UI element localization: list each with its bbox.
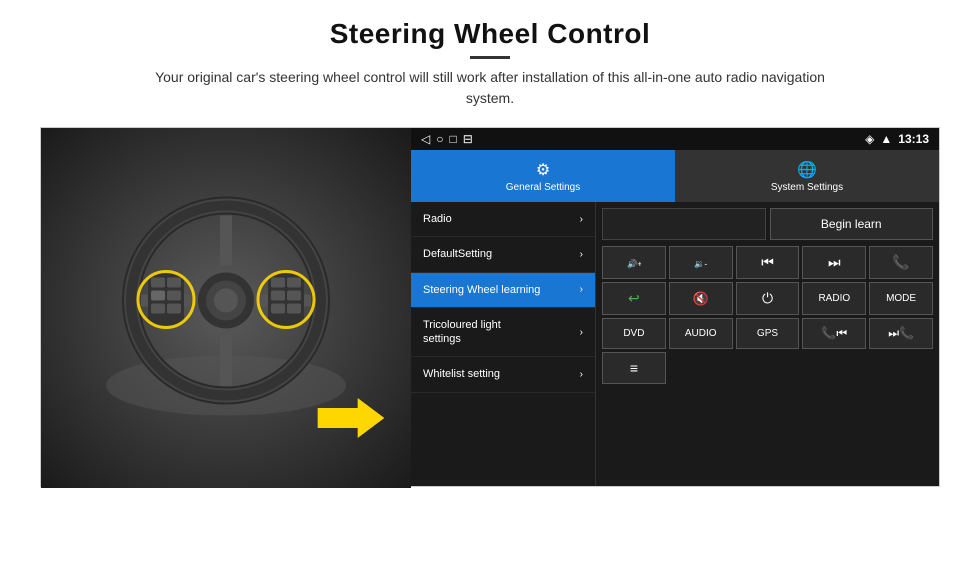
tab-bar: ⚙ General Settings 🌐 System Settings [411, 150, 939, 202]
svg-text:🔊+: 🔊+ [627, 258, 641, 269]
menu-item-radio[interactable]: Radio › [411, 202, 595, 237]
menu-tricoloured-chevron: › [580, 327, 583, 338]
top-row: Begin learn [602, 208, 933, 240]
controls-row2: ↩ 🔇 ⏻ RADIO MODE [602, 282, 933, 315]
phone-prev-button[interactable]: 📞⏮ [802, 318, 866, 349]
general-settings-icon: ⚙ [536, 160, 550, 180]
menu-list: Radio › DefaultSetting › Steering Wheel … [411, 202, 596, 486]
tab-general[interactable]: ⚙ General Settings [411, 150, 675, 202]
nav-icons: ◁ ○ □ ⊟ [421, 132, 473, 146]
gps-status-icon: ◈ [865, 132, 874, 146]
begin-learn-button[interactable]: Begin learn [770, 208, 934, 240]
audio-label: AUDIO [685, 328, 717, 339]
phone-next-button[interactable]: ⏭📞 [869, 318, 933, 349]
menu-tricoloured-label: Tricoloured lightsettings [423, 318, 501, 347]
tab-general-label: General Settings [506, 182, 581, 193]
power-button[interactable]: ⏻ [736, 282, 800, 315]
page-title: Steering Wheel Control [130, 18, 850, 50]
menu-whitelist-chevron: › [580, 369, 583, 380]
wifi-icon: ▲ [880, 132, 892, 146]
home-icon: ○ [436, 132, 443, 146]
menu-item-steering[interactable]: Steering Wheel learning › [411, 273, 595, 308]
title-divider [470, 56, 510, 59]
next-track-button[interactable]: ⏭ [802, 246, 866, 279]
system-settings-icon: 🌐 [797, 160, 817, 180]
title-section: Steering Wheel Control Your original car… [130, 18, 850, 121]
content-area: ◁ ○ □ ⊟ ◈ ▲ 13:13 ⚙ General Settings [40, 127, 940, 487]
radio-button[interactable]: RADIO [802, 282, 866, 315]
audio-button[interactable]: AUDIO [669, 318, 733, 349]
android-panel: ◁ ○ □ ⊟ ◈ ▲ 13:13 ⚙ General Settings [411, 128, 939, 486]
controls-grid: Begin learn 🔊+ 🔉- ⏮ [596, 202, 939, 486]
controls-row3: DVD AUDIO GPS 📞⏮ ⏭📞 [602, 318, 933, 349]
radio-label: RADIO [818, 293, 850, 304]
menu-default-label: DefaultSetting [423, 247, 492, 261]
car-background [41, 128, 411, 488]
menu-radio-chevron: › [580, 214, 583, 225]
controls-row4: ≡ [602, 352, 933, 384]
prev-track-button[interactable]: ⏮ [736, 246, 800, 279]
recent-icon: □ [449, 132, 456, 146]
phone-button[interactable]: 📞 [869, 246, 933, 279]
car-image-panel [41, 128, 411, 488]
menu-radio-label: Radio [423, 212, 452, 226]
tab-system[interactable]: 🌐 System Settings [675, 150, 939, 202]
empty-box [602, 208, 766, 240]
back-icon: ◁ [421, 132, 430, 146]
menu-steering-label: Steering Wheel learning [423, 283, 540, 297]
list-button[interactable]: ≡ [602, 352, 666, 384]
vol-up-button[interactable]: 🔊+ [602, 246, 666, 279]
subtitle: Your original car's steering wheel contr… [130, 67, 850, 109]
menu-whitelist-label: Whitelist setting [423, 367, 500, 381]
menu-item-tricoloured[interactable]: Tricoloured lightsettings › [411, 308, 595, 358]
menu-default-chevron: › [580, 249, 583, 260]
mode-label: MODE [886, 293, 916, 304]
time-display: 13:13 [898, 132, 929, 146]
menu-item-default[interactable]: DefaultSetting › [411, 237, 595, 272]
menu-icon: ⊟ [463, 132, 473, 146]
dvd-button[interactable]: DVD [602, 318, 666, 349]
answer-button[interactable]: ↩ [602, 282, 666, 315]
svg-text:🔉-: 🔉- [694, 258, 707, 269]
mute-button[interactable]: 🔇 [669, 282, 733, 315]
controls-row1: 🔊+ 🔉- ⏮ ⏭ 📞 [602, 246, 933, 279]
steering-wheel [96, 186, 356, 431]
tab-system-label: System Settings [771, 182, 843, 193]
menu-item-whitelist[interactable]: Whitelist setting › [411, 357, 595, 392]
menu-steering-chevron: › [580, 284, 583, 295]
vol-down-button[interactable]: 🔉- [669, 246, 733, 279]
main-content: Radio › DefaultSetting › Steering Wheel … [411, 202, 939, 486]
mode-button[interactable]: MODE [869, 282, 933, 315]
status-bar: ◁ ○ □ ⊟ ◈ ▲ 13:13 [411, 128, 939, 150]
dvd-label: DVD [623, 328, 644, 339]
gps-button[interactable]: GPS [736, 318, 800, 349]
gps-label: GPS [757, 328, 778, 339]
yellow-arrow [311, 398, 391, 438]
